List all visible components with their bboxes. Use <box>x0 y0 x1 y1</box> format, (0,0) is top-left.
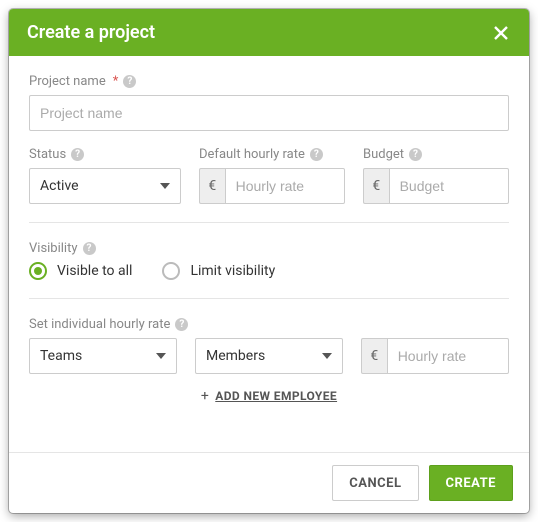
default-rate-input[interactable] <box>225 168 345 204</box>
chevron-down-icon <box>156 353 166 359</box>
members-select[interactable]: Members <box>195 338 343 374</box>
default-rate-field: Default hourly rate ? € <box>199 147 345 204</box>
add-employee-label: ADD NEW EMPLOYEE <box>215 389 337 403</box>
label-text: Budget <box>363 147 404 162</box>
radio-label: Visible to all <box>57 263 132 279</box>
visibility-options: Visible to all Limit visibility <box>29 262 509 280</box>
chevron-down-icon <box>322 353 332 359</box>
chevron-down-icon <box>160 183 170 189</box>
help-icon[interactable]: ? <box>409 148 422 161</box>
teams-select[interactable]: Teams <box>29 338 177 374</box>
close-icon <box>493 25 509 41</box>
create-button[interactable]: CREATE <box>429 465 513 501</box>
label-text: Visibility <box>29 241 78 256</box>
required-mark: * <box>113 74 119 89</box>
visibility-label: Visibility ? <box>29 241 509 256</box>
project-name-label: Project name * ? <box>29 74 509 89</box>
project-name-field: Project name * ? <box>29 74 509 131</box>
individual-rate-field: € <box>361 338 509 374</box>
project-name-input[interactable] <box>29 95 509 131</box>
teams-field: Teams <box>29 338 177 374</box>
status-label: Status ? <box>29 147 181 162</box>
label-text: Project name <box>29 74 106 89</box>
currency-prefix: € <box>363 168 389 204</box>
status-value: Active <box>40 178 79 194</box>
label-text: Default hourly rate <box>199 147 305 162</box>
radio-bullet-icon <box>162 262 180 280</box>
help-icon[interactable]: ? <box>175 318 188 331</box>
divider <box>29 298 509 299</box>
budget-input[interactable] <box>389 168 509 204</box>
status-field: Status ? Active <box>29 147 181 204</box>
default-rate-label: Default hourly rate ? <box>199 147 345 162</box>
cancel-button[interactable]: CANCEL <box>332 465 418 501</box>
teams-value: Teams <box>40 348 82 364</box>
members-field: Members <box>195 338 343 374</box>
plus-icon: + <box>201 388 209 404</box>
currency-prefix: € <box>199 168 225 204</box>
radio-label: Limit visibility <box>190 263 275 279</box>
add-new-employee-button[interactable]: + ADD NEW EMPLOYEE <box>29 388 509 404</box>
dialog-header: Create a project <box>9 9 529 56</box>
dialog-footer: CANCEL CREATE <box>9 452 529 513</box>
create-project-dialog: Create a project Project name * ? Status… <box>9 9 529 513</box>
individual-rate-label: Set individual hourly rate ? <box>29 317 509 332</box>
individual-rate-row: Teams Members € <box>29 338 509 374</box>
dialog-body: Project name * ? Status ? Active <box>9 56 529 452</box>
budget-label: Budget ? <box>363 147 509 162</box>
divider <box>29 222 509 223</box>
label-text: Set individual hourly rate <box>29 317 170 332</box>
members-value: Members <box>206 348 265 364</box>
dialog-title: Create a project <box>27 22 155 43</box>
help-icon[interactable]: ? <box>83 242 96 255</box>
status-rate-budget-row: Status ? Active Default hourly rate ? € <box>29 147 509 204</box>
radio-bullet-icon <box>29 262 47 280</box>
label-text: Status <box>29 147 66 162</box>
currency-prefix: € <box>361 338 387 374</box>
help-icon[interactable]: ? <box>310 148 323 161</box>
radio-limit-visibility[interactable]: Limit visibility <box>162 262 275 280</box>
budget-field: Budget ? € <box>363 147 509 204</box>
help-icon[interactable]: ? <box>71 148 84 161</box>
individual-rate-input[interactable] <box>387 338 509 374</box>
close-button[interactable] <box>491 23 511 43</box>
create-label: CREATE <box>446 476 496 491</box>
radio-visible-to-all[interactable]: Visible to all <box>29 262 132 280</box>
cancel-label: CANCEL <box>349 476 401 491</box>
status-select[interactable]: Active <box>29 168 181 204</box>
help-icon[interactable]: ? <box>123 75 136 88</box>
